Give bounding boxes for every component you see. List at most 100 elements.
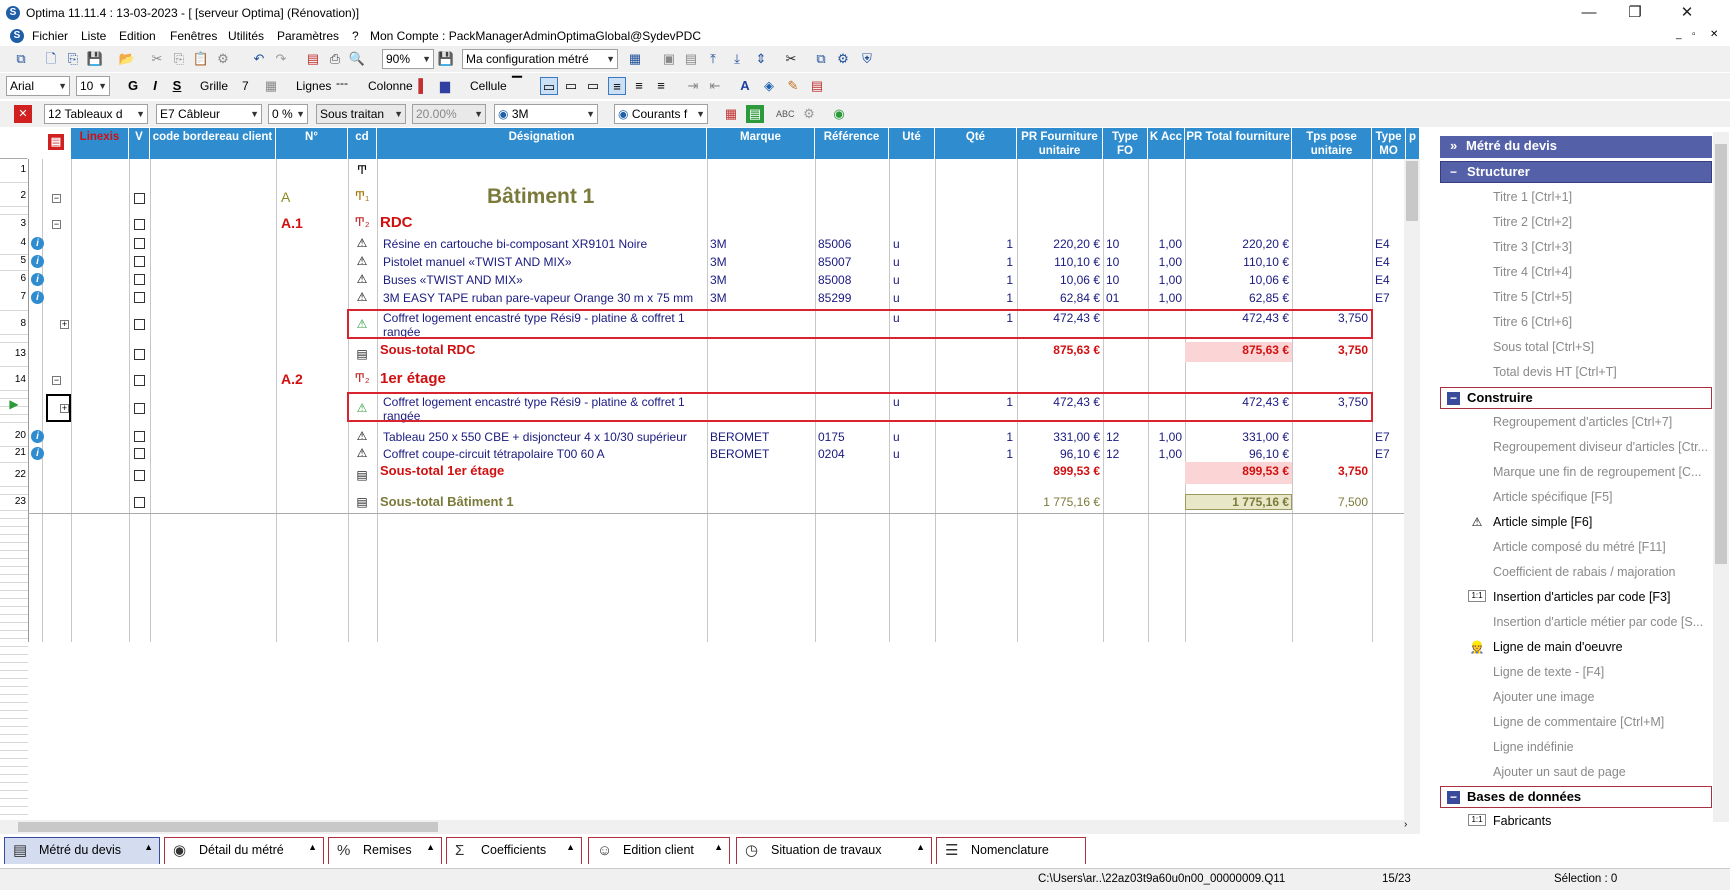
row-designation[interactable]: 1er étage bbox=[380, 370, 446, 388]
info-icon[interactable]: i bbox=[31, 430, 44, 443]
panel-item-article-specifique[interactable]: Article spécifique [F5] bbox=[1493, 490, 1613, 504]
save-config-icon[interactable]: 💾 bbox=[437, 50, 455, 68]
menu-liste[interactable]: Liste bbox=[81, 29, 106, 43]
gear-icon[interactable]: ⚙ bbox=[214, 50, 232, 68]
row-designation[interactable]: Sous-total RDC bbox=[380, 343, 475, 357]
column-width-icon[interactable]: ▆ bbox=[436, 77, 454, 95]
row-designation[interactable]: Tableau 250 x 550 CBE + disjoncteur 4 x … bbox=[383, 430, 687, 444]
row-checkbox[interactable] bbox=[134, 375, 145, 386]
vertical-scroll-thumb[interactable] bbox=[1406, 161, 1418, 221]
row-designation[interactable]: Pistolet manuel «TWIST AND MIX» bbox=[383, 255, 572, 269]
panel-header[interactable]: » Métré du devis bbox=[1440, 136, 1712, 158]
panel-item-fin-regroupement[interactable]: Marque une fin de regroupement [C... bbox=[1493, 465, 1701, 479]
tab-edition-client[interactable]: ☺ Edition client ▲ bbox=[588, 837, 730, 864]
col-pr-fourniture[interactable]: PR Fourniture unitaire bbox=[1017, 128, 1103, 159]
supplier-select[interactable]: ◉ 3M ▼ bbox=[494, 104, 598, 124]
format-paint-icon[interactable]: ▤ bbox=[808, 77, 826, 95]
menu-parametres[interactable]: Paramètres bbox=[277, 29, 339, 43]
mdi-restore-icon[interactable]: ▫ bbox=[1692, 29, 1696, 40]
tools-icon[interactable]: ✂ bbox=[782, 50, 800, 68]
grid-icon[interactable]: ▦ bbox=[262, 77, 280, 95]
panel-item-article-compose[interactable]: Article composé du métré [F11] bbox=[1493, 540, 1666, 554]
paste-icon[interactable]: 📋 bbox=[192, 50, 210, 68]
copy-icon[interactable]: ⎘ bbox=[170, 50, 188, 68]
tableaux-select[interactable]: 12 Tableaux d ▼ bbox=[44, 104, 148, 124]
panel-item-titre3[interactable]: Titre 3 [Ctrl+3] bbox=[1493, 240, 1572, 254]
menu-fichier[interactable]: Fichier bbox=[32, 29, 68, 43]
align-right-icon[interactable]: ≡ bbox=[652, 77, 670, 95]
tab-arrow-icon[interactable]: ▲ bbox=[566, 835, 575, 860]
panel-item-regroupement[interactable]: Regroupement d'articles [Ctrl+7] bbox=[1493, 415, 1672, 429]
panel-chevron-icon[interactable]: » bbox=[1450, 136, 1457, 156]
row-number[interactable]: 8 bbox=[0, 318, 28, 332]
section-bases[interactable]: − Bases de données bbox=[1440, 786, 1712, 808]
row-checkbox[interactable] bbox=[134, 256, 145, 267]
panel-item-commentaire[interactable]: Ligne de commentaire [Ctrl+M] bbox=[1493, 715, 1664, 729]
expand-icon[interactable]: + bbox=[60, 404, 69, 413]
panel-item-coefficient[interactable]: Coefficient de rabais / majoration bbox=[1493, 565, 1676, 579]
courants-select[interactable]: ◉ Courants f ▼ bbox=[614, 104, 708, 124]
menu-utilites[interactable]: Utilités bbox=[228, 29, 264, 43]
panel-item-ligne-texte[interactable]: Ligne de texte - [F4] bbox=[1493, 665, 1604, 679]
panel-item-image[interactable]: Ajouter une image bbox=[1493, 690, 1594, 704]
tab-situation-travaux[interactable]: ◷ Situation de travaux ▲ bbox=[736, 837, 932, 864]
align-left-icon[interactable]: ≡ bbox=[608, 77, 626, 95]
settings-icon[interactable]: ⚙ bbox=[834, 50, 852, 68]
row-number[interactable]: 14 bbox=[0, 374, 28, 388]
border-mid-icon[interactable]: ▭ bbox=[562, 77, 580, 95]
align-center-icon[interactable]: ≡ bbox=[630, 77, 648, 95]
collapse-section-icon[interactable]: − bbox=[1447, 392, 1460, 405]
bold-button[interactable]: G bbox=[124, 77, 142, 95]
italic-button[interactable]: I bbox=[146, 77, 164, 95]
tab-detail-metre[interactable]: ◉ Détail du métré ▲ bbox=[164, 837, 324, 864]
row-number[interactable]: 20 bbox=[0, 430, 28, 444]
row-number[interactable]: 4 bbox=[0, 237, 28, 251]
col-linexis[interactable]: Linexis bbox=[71, 128, 129, 159]
col-tps-pose[interactable]: Tps pose unitaire bbox=[1292, 128, 1372, 159]
expand-icon[interactable]: + bbox=[60, 320, 69, 329]
duplicate-icon[interactable]: ⧉ bbox=[812, 50, 830, 68]
config-edit-icon[interactable]: ▦ bbox=[626, 50, 644, 68]
row-designation[interactable]: Sous-total 1er étage bbox=[380, 464, 504, 478]
row-designation[interactable]: 3M EASY TAPE ruban pare-vapeur Orange 30… bbox=[383, 291, 693, 305]
tab-arrow-icon[interactable]: ▲ bbox=[308, 835, 317, 860]
row-designation[interactable]: Sous-total Bâtiment 1 bbox=[380, 495, 514, 509]
panel-item-titre2[interactable]: Titre 2 [Ctrl+2] bbox=[1493, 215, 1572, 229]
tab-coefficients[interactable]: Σ Coefficients ▲ bbox=[446, 837, 582, 864]
cut-icon[interactable]: ✂ bbox=[148, 50, 166, 68]
panel-item-titre6[interactable]: Titre 6 [Ctrl+6] bbox=[1493, 315, 1572, 329]
copy-file-icon[interactable]: ⎘ bbox=[64, 50, 82, 68]
row-designation[interactable]: Buses «TWIST AND MIX» bbox=[383, 273, 523, 287]
section-construire[interactable]: − Construire bbox=[1440, 387, 1712, 409]
tab-arrow-icon[interactable]: ▲ bbox=[916, 835, 925, 860]
row-checkbox[interactable] bbox=[134, 274, 145, 285]
windows-icon[interactable]: ⧉ bbox=[12, 50, 30, 68]
sous-traitant-select[interactable]: Sous traitan ▼ bbox=[316, 104, 406, 124]
spellcheck-icon[interactable]: ABC bbox=[776, 105, 795, 123]
config-select[interactable]: Ma configuration métré ▼ bbox=[462, 49, 618, 69]
horizontal-scroll-thumb[interactable] bbox=[18, 822, 438, 832]
collapse-icon[interactable]: − bbox=[52, 376, 61, 385]
row-designation[interactable]: Bâtiment 1 bbox=[487, 185, 594, 209]
outdent-icon[interactable]: ⇤ bbox=[706, 77, 724, 95]
grille-value[interactable]: 7 bbox=[242, 79, 249, 93]
menu-edition[interactable]: Edition bbox=[119, 29, 156, 43]
cell-style-icon[interactable]: ▔ bbox=[508, 75, 526, 93]
row-number[interactable]: 21 bbox=[0, 447, 28, 461]
col-cd[interactable]: cd bbox=[348, 128, 377, 159]
panel-item-fabricants[interactable]: Fabricants bbox=[1493, 814, 1551, 828]
row-checkbox[interactable] bbox=[134, 319, 145, 330]
row-checkbox[interactable] bbox=[134, 219, 145, 230]
tab-metre-devis[interactable]: ▤ Métré du devis ▲ bbox=[4, 837, 160, 864]
font-color-icon[interactable]: A bbox=[736, 77, 754, 95]
config-copy-icon[interactable]: ▤ bbox=[682, 50, 700, 68]
save-icon[interactable]: 💾 bbox=[86, 50, 104, 68]
row-checkbox[interactable] bbox=[134, 470, 145, 481]
collapse-section-icon[interactable]: − bbox=[1447, 791, 1460, 804]
open-folder-icon[interactable]: 📂 bbox=[118, 50, 136, 68]
scroll-right-icon[interactable]: › bbox=[1404, 819, 1407, 830]
settings-gray-icon[interactable]: ⚙ bbox=[800, 105, 818, 123]
row-number[interactable]: 2 bbox=[0, 190, 28, 204]
pdf-icon[interactable]: ▤ bbox=[304, 50, 322, 68]
col-type-fo[interactable]: Type FO bbox=[1103, 128, 1148, 159]
